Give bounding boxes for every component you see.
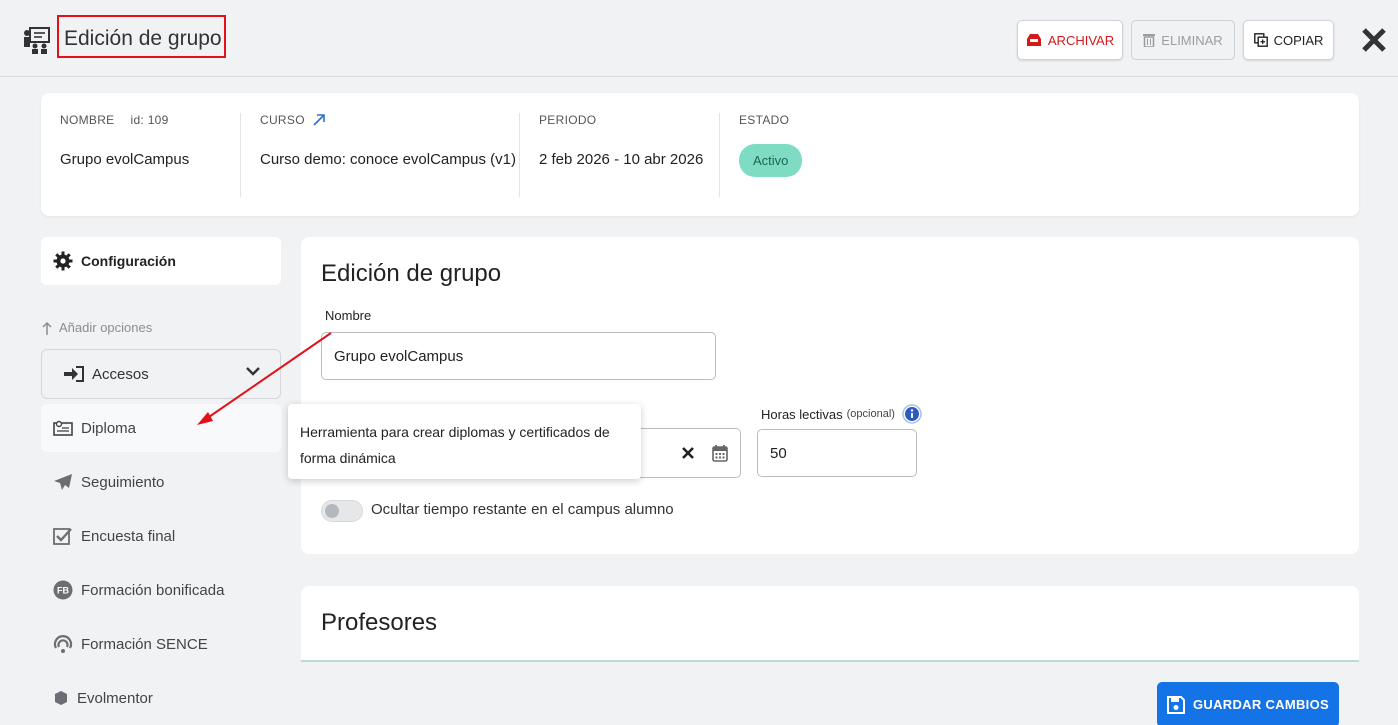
svg-text:FB: FB [57, 586, 69, 596]
diploma-tooltip: Herramienta para crear diplomas y certif… [288, 404, 641, 479]
diploma-icon [53, 420, 73, 436]
save-icon [1167, 695, 1186, 714]
page-title: Edición de grupo [57, 15, 226, 58]
config-label: Configuración [81, 253, 176, 269]
hide-remaining-time-toggle[interactable] [321, 500, 363, 522]
sidebar-item-formacion-sence[interactable]: Formación SENCE [41, 620, 281, 668]
divider [719, 113, 720, 197]
chevron-down-icon [246, 367, 260, 376]
sidebar-item-label: Seguimiento [81, 473, 165, 491]
sidebar-item-label: Formación bonificada [81, 581, 225, 599]
curso-value: Curso demo: conoce evolCampus (v1) [260, 151, 516, 168]
divider [240, 113, 241, 197]
add-options-label: Añadir opciones [59, 320, 153, 335]
divider [519, 113, 520, 197]
form-title: Edición de grupo [321, 260, 502, 287]
sidebar-item-label: Evolmentor [77, 689, 153, 707]
delete-button[interactable]: ELIMINAR [1131, 20, 1235, 60]
sidebar-dropdown-accesos[interactable]: Accesos [41, 349, 281, 399]
fb-icon: FB [53, 580, 73, 600]
gear-icon [53, 251, 73, 271]
save-label: GUARDAR CAMBIOS [1193, 697, 1329, 712]
edit-group-card: Edición de grupo Nombre Grupo evolCampus… [301, 237, 1359, 554]
sidebar-item-encuesta-final[interactable]: Encuesta final [41, 512, 281, 560]
arrow-up-icon [42, 321, 52, 335]
save-changes-button[interactable]: GUARDAR CAMBIOS [1157, 682, 1339, 725]
nombre-value: Grupo evolCampus [60, 151, 190, 168]
status-badge: Activo [739, 144, 803, 177]
paper-plane-icon [54, 474, 72, 490]
calendar-icon[interactable] [712, 444, 728, 462]
sidebar-item-diploma[interactable]: Diploma [41, 404, 281, 452]
summary-curso: CURSO Curso demo: conoce evolCampus (v1) [260, 113, 516, 197]
sidebar-item-label: Encuesta final [81, 527, 176, 545]
toggle-knob [325, 504, 339, 518]
top-bar: Edición de grupo ARCHIVAR ELIMINAR COPIA… [0, 0, 1398, 77]
copy-label: COPIAR [1273, 32, 1324, 48]
horas-input[interactable]: 50 [757, 429, 917, 477]
summary-nombre: NOMBRE id: 109 Grupo evolCampus [60, 113, 189, 197]
periodo-value: 2 feb 2026 - 10 abr 2026 [539, 151, 704, 168]
trash-icon [1143, 34, 1156, 47]
horas-field-label: Horas lectivas (opcional) [761, 404, 922, 424]
accesos-label: Accesos [92, 365, 149, 383]
sence-icon [53, 635, 73, 653]
toggle-label: Ocultar tiempo restante en el campus alu… [371, 501, 674, 518]
copy-icon [1253, 33, 1268, 47]
copy-button[interactable]: COPIAR [1243, 20, 1334, 60]
delete-label: ELIMINAR [1161, 32, 1223, 48]
archive-icon [1026, 34, 1041, 46]
curso-label: CURSO [260, 113, 305, 127]
archive-label: ARCHIVAR [1047, 32, 1115, 48]
sidebar-item-label: Diploma [81, 419, 137, 437]
add-options-heading: Añadir opciones [41, 320, 152, 335]
sidebar-item-seguimiento[interactable]: Seguimiento [41, 458, 281, 506]
checkbox-icon [53, 528, 72, 545]
close-icon[interactable] [1360, 26, 1388, 54]
nombre-label: NOMBRE [60, 113, 115, 127]
sidebar-item-configuracion[interactable]: Configuración [41, 237, 281, 285]
info-icon[interactable] [902, 404, 922, 424]
nombre-input[interactable]: Grupo evolCampus [321, 332, 716, 380]
archive-button[interactable]: ARCHIVAR [1017, 20, 1123, 60]
horas-optional: (opcional) [846, 408, 895, 420]
summary-estado: ESTADO Activo [739, 113, 803, 197]
sidebar-item-evolmentor[interactable]: Evolmentor [41, 674, 281, 722]
sidebar-item-formacion-bonificada[interactable]: FB Formación bonificada [41, 566, 281, 614]
group-id: id: 109 [130, 113, 169, 127]
profesores-title: Profesores [321, 609, 438, 636]
horas-label: Horas lectivas [761, 406, 843, 422]
estado-label: ESTADO [739, 113, 790, 127]
sidebar-item-label: Formación SENCE [81, 635, 208, 653]
sign-in-icon [64, 366, 84, 382]
periodo-label: PERIODO [539, 113, 597, 127]
nombre-field-label: Nombre [325, 308, 372, 323]
group-edit-icon [24, 27, 50, 54]
external-link-icon[interactable] [313, 114, 325, 126]
group-summary-card: NOMBRE id: 109 Grupo evolCampus CURSO Cur… [41, 93, 1359, 216]
clear-icon[interactable] [682, 447, 694, 459]
summary-periodo: PERIODO 2 feb 2026 - 10 abr 2026 [539, 113, 703, 197]
evolmentor-icon [55, 691, 67, 705]
